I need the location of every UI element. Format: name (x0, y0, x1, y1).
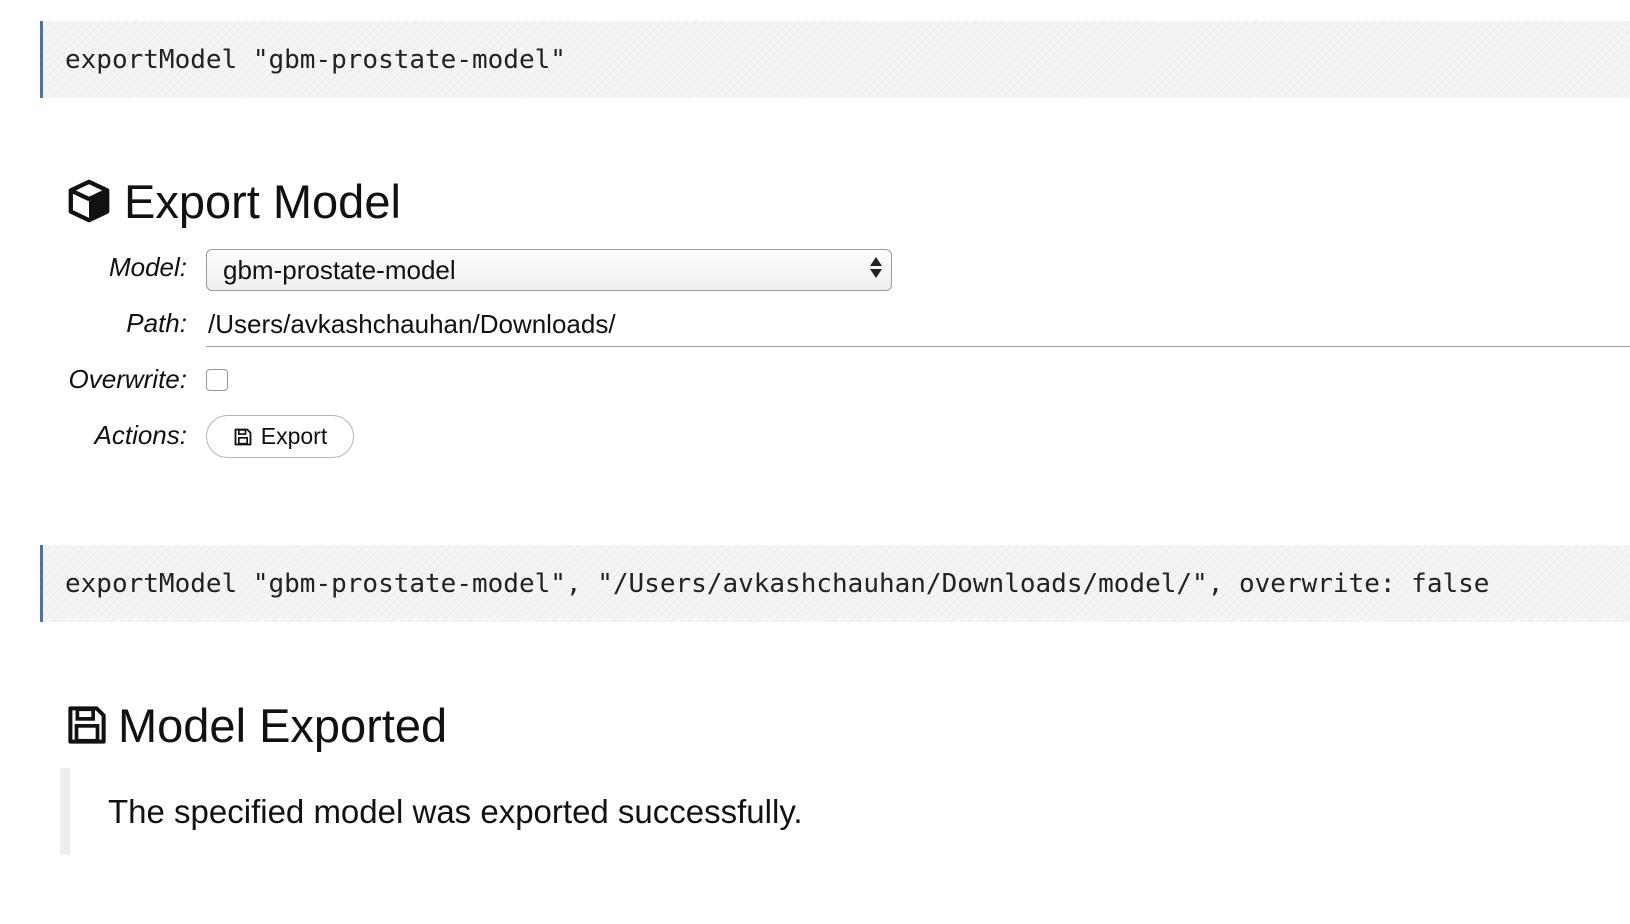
floppy-disk-icon (66, 704, 108, 746)
code-cell-export-model[interactable]: exportModel "gbm-prostate-model" (40, 21, 1630, 98)
select-arrows-icon (870, 257, 882, 278)
overwrite-label: Overwrite: (68, 364, 187, 394)
model-select[interactable]: gbm-prostate-model (206, 249, 892, 291)
model-exported-heading: Model Exported (66, 696, 447, 754)
result-message: The specified model was exported success… (108, 792, 803, 830)
code-cell-text: exportModel "gbm-prostate-model", "/User… (65, 568, 1490, 599)
floppy-disk-icon (233, 427, 253, 447)
actions-label: Actions: (94, 420, 188, 450)
export-model-heading: Export Model (66, 172, 401, 230)
code-cell-export-command[interactable]: exportModel "gbm-prostate-model", "/User… (40, 545, 1630, 622)
model-label: Model: (108, 252, 187, 282)
overwrite-checkbox[interactable] (206, 369, 228, 391)
export-button-label: Export (260, 423, 328, 449)
result-title: Model Exported (118, 698, 448, 752)
code-cell-text: exportModel "gbm-prostate-model" (65, 44, 566, 75)
cube-icon (66, 178, 112, 224)
path-label: Path: (126, 308, 187, 338)
flow-notebook-page: exportModel "gbm-prostate-model" Export … (0, 0, 1630, 924)
result-message-block: The specified model was exported success… (60, 768, 1060, 855)
page-title: Export Model (124, 174, 401, 228)
model-select-value: gbm-prostate-model (223, 254, 456, 285)
export-button[interactable]: Export (206, 415, 354, 458)
path-input[interactable] (206, 303, 1630, 347)
